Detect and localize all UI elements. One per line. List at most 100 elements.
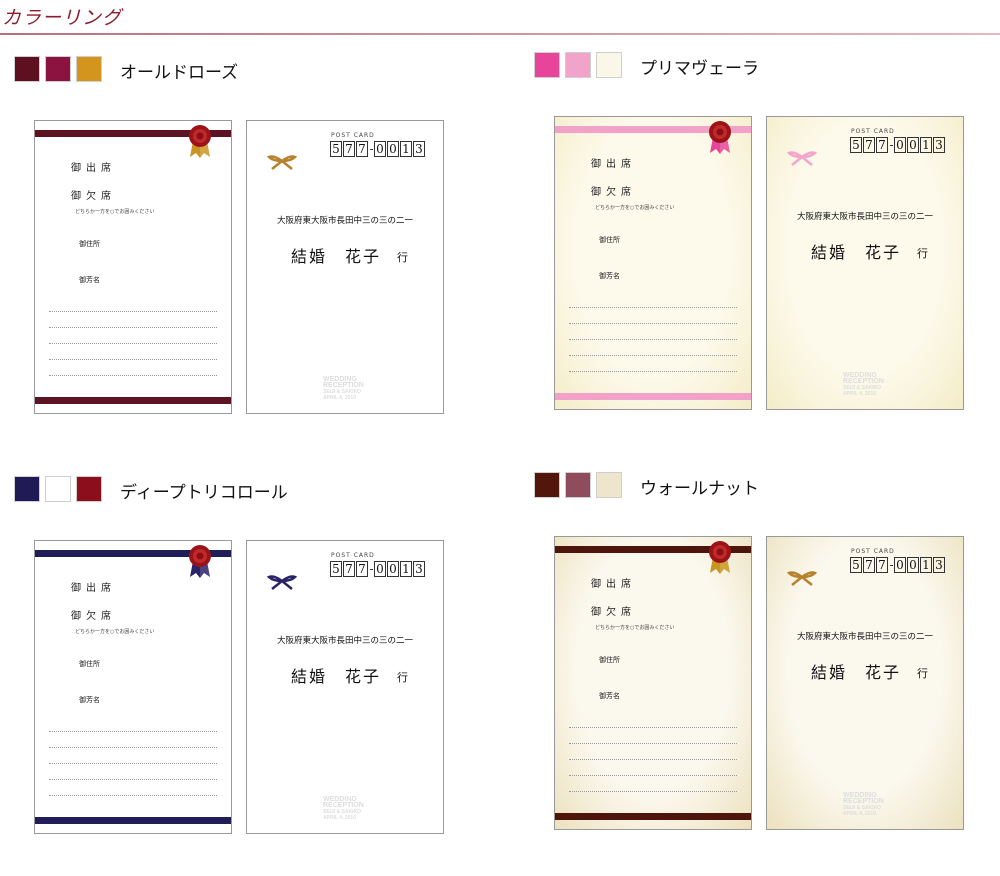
post-card-label: POST CARD [331,132,375,139]
write-in-line [569,307,737,308]
write-in-line [569,775,737,776]
color-swatch [45,56,71,82]
zip-digit-box: 1 [920,137,932,153]
zip-digit-box: 7 [876,137,888,153]
attend-label: 御出席 [71,163,116,174]
post-card-label: POST CARD [851,548,895,555]
circle-note: どちらか一方を○でお囲みください [75,209,155,215]
write-in-line [569,743,737,744]
zip-code-boxes: 5770013 [850,557,946,573]
color-swatch [534,52,560,78]
color-swatch [596,472,622,498]
zip-digit-box: 0 [894,137,906,153]
recipient-suffix: 行 [397,251,408,264]
color-swatch [14,476,40,502]
write-in-line [569,791,737,792]
zip-digit-box: 3 [933,557,945,573]
write-in-line [49,795,217,796]
color-swatches [534,472,622,498]
watermark-line: APRIL 4, 2010 [323,395,356,401]
wedding-watermark: WEDDING RECEPTION SEIJI & SAKIKO APRIL 4, 2… [843,372,884,397]
address-card: POST CARD 5770013 大阪府東大阪市長田中三の三の二一 結婚 花子… [766,116,964,410]
recipient-address: 大阪府東大阪市長田中三の三の二一 [796,212,933,222]
address-card: POST CARD 5770013 大阪府東大阪市長田中三の三の二一 結婚 花子… [766,536,964,830]
write-in-line [569,759,737,760]
post-card-label: POST CARD [851,128,895,135]
scheme-name: オールドローズ [120,63,239,83]
zip-digit-box: 5 [330,561,342,577]
color-swatch [45,476,71,502]
zip-digit-box: 0 [907,557,919,573]
name-label: 御芳名 [599,692,620,700]
zip-digit-box: 7 [343,561,355,577]
color-scheme-section: ウォールナット 御出席 御欠席 どちらか一方を○でお囲みください 御住所 御芳名… [534,472,974,872]
recipient-name: 結婚 花子 [811,663,902,682]
zip-dash [370,568,373,570]
circle-note: どちらか一方を○でお囲みください [595,205,675,211]
color-swatch [596,52,622,78]
write-in-line [49,327,217,328]
zip-digit-box: 1 [400,561,412,577]
zip-dash [370,148,373,150]
zip-digit-box: 3 [413,561,425,577]
zip-digit-box: 5 [850,137,862,153]
wedding-watermark: WEDDING RECEPTION SEIJI & SAKIKO APRIL 4, 2… [323,376,364,401]
recipient-address: 大阪府東大阪市長田中三の三の二一 [276,636,413,646]
wax-seal-icon [189,545,211,578]
color-swatch [534,472,560,498]
post-card-label: POST CARD [331,552,375,559]
write-in-line [569,371,737,372]
write-in-line [49,311,217,312]
ribbon-bow-icon [267,155,297,170]
zip-digit-box: 7 [356,561,368,577]
address-label: 御住所 [599,236,620,244]
attend-label: 御出席 [591,159,636,170]
recipient-name: 結婚 花子 [811,243,902,262]
zip-digit-box: 1 [920,557,932,573]
write-in-line [569,355,737,356]
write-in-line [49,343,217,344]
attend-label: 御出席 [71,583,116,594]
circle-note: どちらか一方を○でお囲みください [75,629,155,635]
recipient-suffix: 行 [917,667,928,680]
zip-code-boxes: 5770013 [330,141,426,157]
write-in-line [49,731,217,732]
name-label: 御芳名 [79,696,100,704]
zip-digit-box: 0 [387,561,399,577]
zip-digit-box: 7 [356,141,368,157]
card-band-bottom [555,813,751,820]
name-label: 御芳名 [599,272,620,280]
absent-label: 御欠席 [591,187,636,198]
zip-dash [890,564,893,566]
address-label: 御住所 [79,240,100,248]
zip-code-boxes: 5770013 [330,561,426,577]
zip-digit-box: 3 [413,141,425,157]
zip-digit-box: 5 [330,141,342,157]
reply-card: 御出席 御欠席 どちらか一方を○でお囲みください 御住所 御芳名 [554,536,752,830]
color-scheme-section: プリマヴェーラ 御出席 御欠席 どちらか一方を○でお囲みください 御住所 御芳名… [534,52,974,452]
ribbon-bow-icon [267,575,297,590]
write-in-line [569,339,737,340]
card-band-bottom [555,393,751,400]
page-heading: カラーリング [2,7,123,29]
zip-digit-box: 0 [894,557,906,573]
absent-label: 御欠席 [591,607,636,618]
write-in-line [49,779,217,780]
write-in-line [569,727,737,728]
zip-digit-box: 0 [374,141,386,157]
wax-seal-icon [709,121,731,154]
write-in-line [49,747,217,748]
reply-card: 御出席 御欠席 どちらか一方を○でお囲みください 御住所 御芳名 [34,540,232,834]
attend-label: 御出席 [591,579,636,590]
ribbon-bow-icon [787,151,817,166]
watermark-line: APRIL 4, 2010 [323,815,356,821]
address-label: 御住所 [599,656,620,664]
color-scheme-section: ディープトリコロール 御出席 御欠席 どちらか一方を○でお囲みください 御住所 … [14,476,454,876]
recipient-suffix: 行 [397,671,408,684]
scheme-name: プリマヴェーラ [640,59,759,79]
name-label: 御芳名 [79,276,100,284]
recipient-address: 大阪府東大阪市長田中三の三の二一 [796,632,933,642]
write-in-line [49,359,217,360]
heading-rule [0,33,1000,35]
reply-card: 御出席 御欠席 どちらか一方を○でお囲みください 御住所 御芳名 [34,120,232,414]
